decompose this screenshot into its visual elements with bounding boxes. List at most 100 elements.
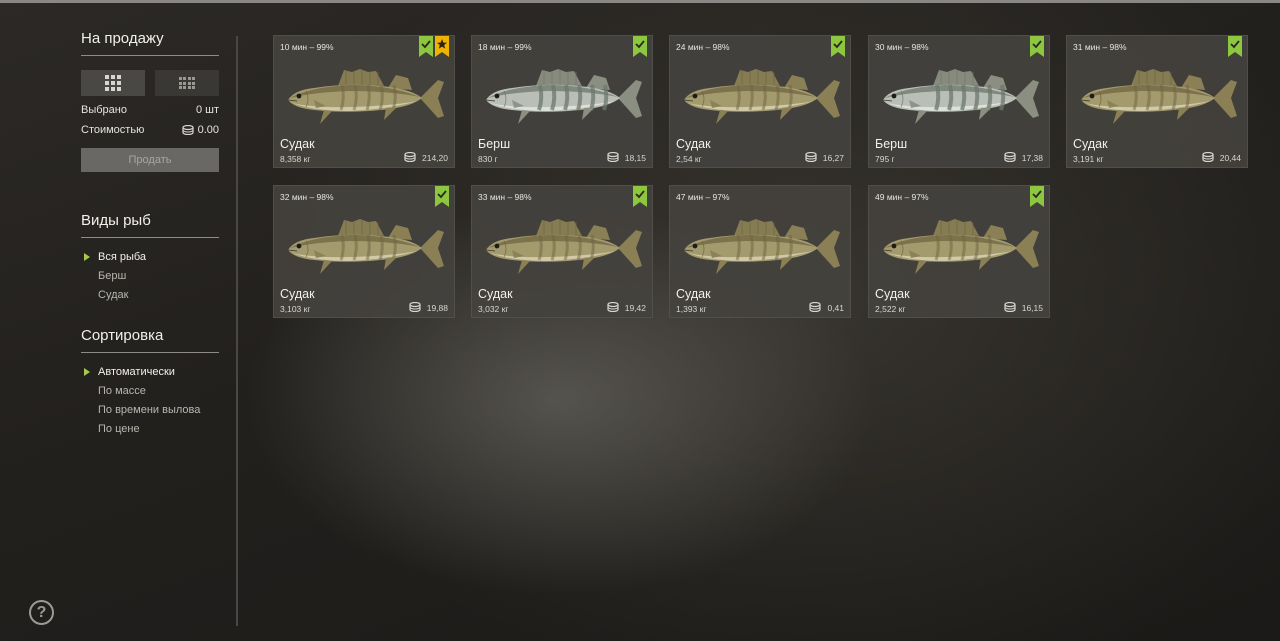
star-bookmark-icon[interactable] xyxy=(435,36,449,57)
sidebar-divider xyxy=(236,36,238,626)
coin-stack-icon xyxy=(1004,301,1016,314)
fish-price-value: 19,88 xyxy=(426,303,448,313)
fish-weight: 2,54 кг xyxy=(676,154,702,164)
fish-card[interactable]: 47 мин – 97% Судак 1,393 кг 0,41 xyxy=(669,185,851,318)
cost-row: Стоимостью 0.00 xyxy=(81,124,219,136)
catch-time: 30 мин – 98% xyxy=(875,42,929,52)
selected-label: Выбрано xyxy=(81,104,127,116)
sort-auto[interactable]: Автоматически xyxy=(81,363,219,382)
fish-weight: 8,358 кг xyxy=(280,154,311,164)
coin-stack-icon xyxy=(809,301,822,314)
cost-label: Стоимостью xyxy=(81,124,145,136)
fish-name: Судак xyxy=(676,287,711,301)
sort-list: Автоматически По массе По времени вылова… xyxy=(81,363,219,439)
zander-fish-image xyxy=(478,208,648,286)
checkmark-bookmark-icon[interactable] xyxy=(633,36,647,57)
fish-card[interactable]: 24 мин – 98% Судак 2,54 кг 16,27 xyxy=(669,35,851,168)
checkmark-bookmark-icon[interactable] xyxy=(633,186,647,207)
fish-card[interactable]: 30 мин – 98% Берш 795 г 17,38 xyxy=(868,35,1050,168)
checkmark-bookmark-icon[interactable] xyxy=(1228,36,1242,57)
fish-card[interactable]: 32 мин – 98% Судак 3,103 кг 19,88 xyxy=(273,185,455,318)
fish-weight: 3,103 кг xyxy=(280,304,311,314)
catch-time: 10 мин – 99% xyxy=(280,42,334,52)
zander-fish-image xyxy=(676,208,846,286)
fish-price-value: 17,38 xyxy=(1021,153,1043,163)
fish-card[interactable]: 49 мин – 97% Судак 2,522 кг 16,15 xyxy=(868,185,1050,318)
checkmark-bookmark-icon[interactable] xyxy=(419,36,433,57)
checkmark-bookmark-icon[interactable] xyxy=(1030,36,1044,57)
bersh-fish-image xyxy=(478,58,648,136)
fish-name: Судак xyxy=(478,287,513,301)
coin-stack-icon xyxy=(409,301,421,314)
fish-price-value: 16,15 xyxy=(1021,303,1043,313)
fish-price: 214,20 xyxy=(404,151,448,164)
checkmark-bookmark-icon[interactable] xyxy=(831,36,845,57)
zander-fish-image xyxy=(280,208,450,286)
fish-price: 16,27 xyxy=(805,151,844,164)
fish-card[interactable]: 10 мин – 99% Судак 8,358 кг 214,20 xyxy=(273,35,455,168)
top-border xyxy=(0,0,1280,3)
species-list: Вся рыба Берш Судак xyxy=(81,248,219,305)
sort-section-title: Сортировка xyxy=(81,327,219,353)
fish-weight: 830 г xyxy=(478,154,498,164)
fish-name: Берш xyxy=(875,137,908,151)
fish-name: Судак xyxy=(280,287,315,301)
checkmark-bookmark-icon[interactable] xyxy=(435,186,449,207)
catch-time: 32 мин – 98% xyxy=(280,192,334,202)
zander-fish-image xyxy=(676,58,846,136)
catch-time: 49 мин – 97% xyxy=(875,192,929,202)
sort-by-price[interactable]: По цене xyxy=(81,420,219,439)
fish-name: Судак xyxy=(280,137,315,151)
fish-price-value: 18,15 xyxy=(624,153,646,163)
checkmark-bookmark-icon[interactable] xyxy=(1030,186,1044,207)
sale-section-title: На продажу xyxy=(81,30,219,56)
fish-price-value: 214,20 xyxy=(422,153,448,163)
fish-price: 19,42 xyxy=(607,301,646,314)
fish-weight: 3,191 кг xyxy=(1073,154,1104,164)
sidebar: На продажу Выбрано 0 шт Стоимостью 0.00 … xyxy=(81,30,219,439)
small-grid-view-button[interactable] xyxy=(155,70,219,96)
fish-card[interactable]: 18 мин – 99% Берш 830 г 18,15 xyxy=(471,35,653,168)
fish-card[interactable]: 33 мин – 98% Судак 3,032 кг 19,42 xyxy=(471,185,653,318)
catch-time: 31 мин – 98% xyxy=(1073,42,1127,52)
fish-card[interactable]: 31 мин – 98% Судак 3,191 кг 20,44 xyxy=(1066,35,1248,168)
fish-name: Судак xyxy=(1073,137,1108,151)
large-grid-view-button[interactable] xyxy=(81,70,145,96)
fish-name: Берш xyxy=(478,137,511,151)
zander-fish-image xyxy=(1073,58,1243,136)
fish-weight: 3,032 кг xyxy=(478,304,509,314)
catch-time: 47 мин – 97% xyxy=(676,192,730,202)
selected-row: Выбрано 0 шт xyxy=(81,104,219,116)
fish-price: 17,38 xyxy=(1004,151,1043,164)
fish-price-value: 19,42 xyxy=(624,303,646,313)
species-section-title: Виды рыб xyxy=(81,212,219,238)
species-filter-zander[interactable]: Судак xyxy=(81,286,219,305)
coin-stack-icon xyxy=(607,151,619,164)
sort-by-catch-time[interactable]: По времени вылова xyxy=(81,401,219,420)
small-grid-icon xyxy=(178,77,196,89)
fish-weight: 1,393 кг xyxy=(676,304,707,314)
coin-stack-icon xyxy=(404,151,416,164)
zander-fish-image xyxy=(875,208,1045,286)
fish-name: Судак xyxy=(676,137,711,151)
species-filter-bersh[interactable]: Берш xyxy=(81,267,219,286)
species-filter-all[interactable]: Вся рыба xyxy=(81,248,219,267)
help-icon[interactable]: ? xyxy=(29,600,54,625)
fish-weight: 795 г xyxy=(875,154,895,164)
fish-price: 20,44 xyxy=(1202,151,1241,164)
fish-price: 0,41 xyxy=(809,301,844,314)
bersh-fish-image xyxy=(875,58,1045,136)
fish-price: 16,15 xyxy=(1004,301,1043,314)
coin-stack-icon xyxy=(805,151,817,164)
sell-button[interactable]: Продать xyxy=(81,148,219,172)
selected-arrow-icon xyxy=(84,253,90,261)
zander-fish-image xyxy=(280,58,450,136)
fish-name: Судак xyxy=(875,287,910,301)
cost-value: 0.00 xyxy=(197,124,219,136)
coin-stack-icon xyxy=(1004,151,1016,164)
fish-price-value: 0,41 xyxy=(827,303,844,313)
coin-stack-icon xyxy=(1202,151,1214,164)
selected-arrow-icon xyxy=(84,368,90,376)
catch-time: 18 мин – 99% xyxy=(478,42,532,52)
sort-by-mass[interactable]: По массе xyxy=(81,382,219,401)
